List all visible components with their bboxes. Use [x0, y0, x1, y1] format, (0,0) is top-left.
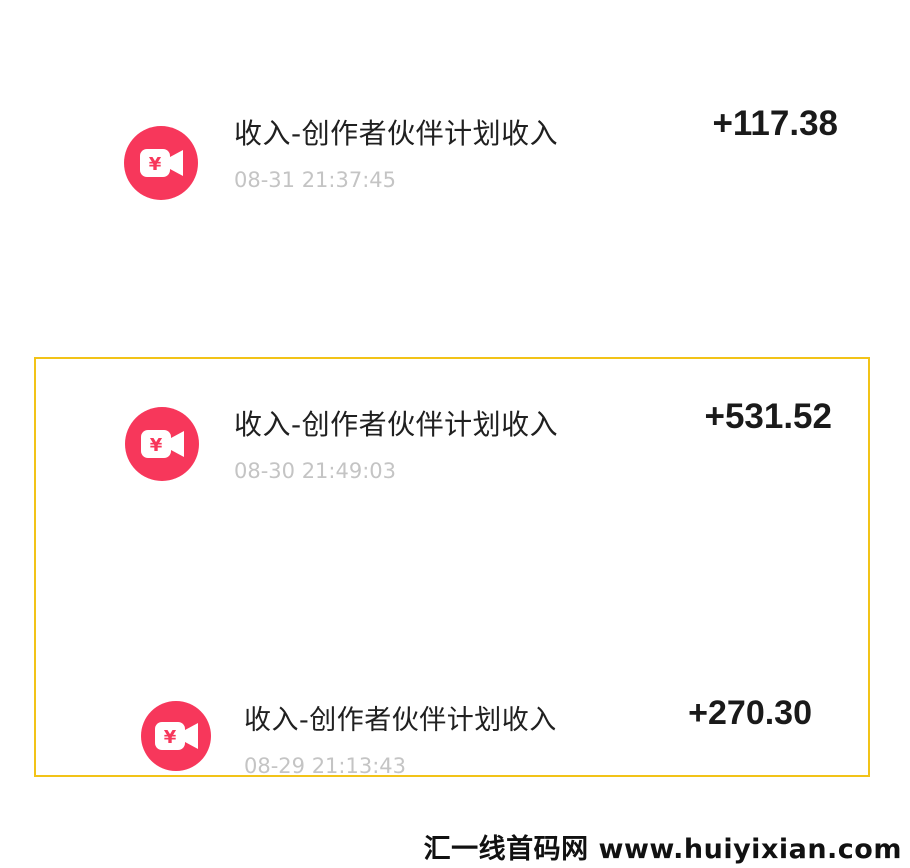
transaction-title: 收入-创作者伙伴计划收入 [234, 408, 559, 441]
transaction-amount: +531.52 [704, 397, 833, 436]
yen-video-camera-icon: ¥ [141, 701, 211, 771]
transaction-row[interactable]: ¥ 收入-创作者伙伴计划收入 08-30 21:49:03 +531.52 [0, 385, 910, 495]
transaction-time: 08-30 21:49:03 [234, 459, 397, 483]
svg-text:¥: ¥ [150, 435, 163, 456]
svg-text:¥: ¥ [164, 727, 177, 748]
svg-text:¥: ¥ [149, 154, 162, 175]
site-watermark: 汇一线首码网 www.huiyixian.com [423, 834, 902, 865]
transaction-time: 08-29 21:13:43 [244, 754, 407, 778]
transaction-title: 收入-创作者伙伴计划收入 [244, 705, 557, 736]
transaction-title: 收入-创作者伙伴计划收入 [234, 117, 559, 150]
transaction-row[interactable]: ¥ 收入-创作者伙伴计划收入 08-29 21:13:43 +270.30 [0, 680, 910, 790]
transaction-row[interactable]: ¥ 收入-创作者伙伴计划收入 08-31 21:37:45 +117.38 [0, 90, 910, 200]
yen-video-camera-icon: ¥ [124, 126, 198, 200]
transaction-amount: +270.30 [688, 694, 812, 732]
yen-video-camera-icon: ¥ [125, 407, 199, 481]
transaction-amount: +117.38 [712, 104, 838, 143]
transaction-time: 08-31 21:37:45 [234, 168, 397, 192]
